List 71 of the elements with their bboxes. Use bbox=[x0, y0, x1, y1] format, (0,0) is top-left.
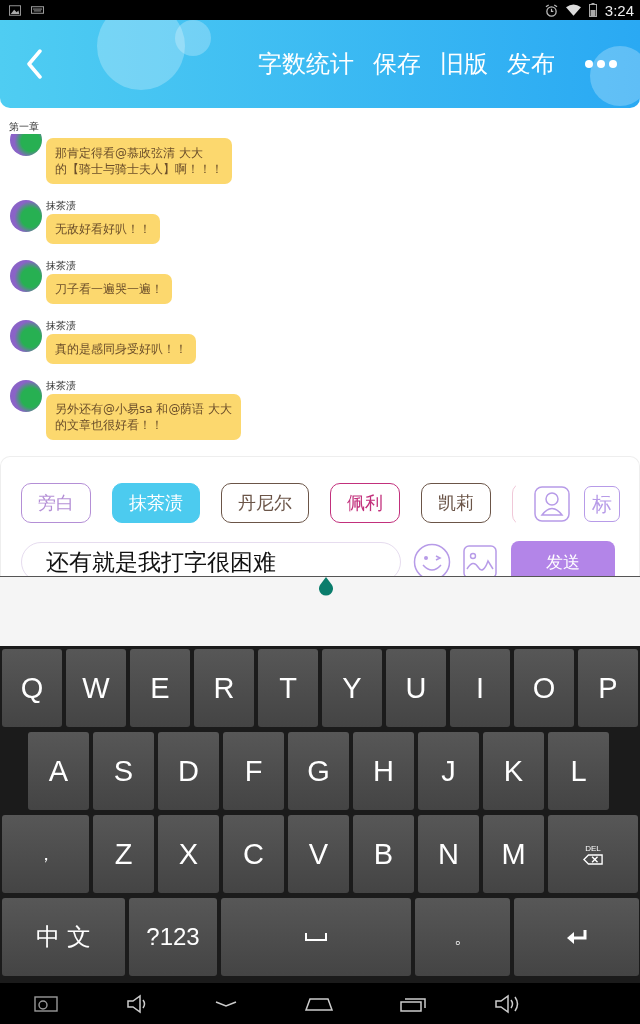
text-cursor-handle[interactable] bbox=[318, 577, 334, 597]
key[interactable]: R bbox=[194, 649, 254, 727]
alarm-icon bbox=[544, 3, 558, 17]
emoji-icon[interactable] bbox=[413, 543, 451, 576]
key[interactable]: Y bbox=[322, 649, 382, 727]
key[interactable]: 。 bbox=[415, 898, 510, 976]
key[interactable]: Z bbox=[93, 815, 154, 893]
space-bar-icon bbox=[305, 933, 327, 941]
key[interactable]: U bbox=[386, 649, 446, 727]
backspace-key[interactable]: DEL bbox=[548, 815, 638, 893]
sender-name: 抹茶渍 bbox=[46, 380, 76, 393]
key[interactable]: J bbox=[418, 732, 479, 810]
key[interactable]: N bbox=[418, 815, 479, 893]
decorative-circle bbox=[590, 46, 640, 106]
key[interactable]: T bbox=[258, 649, 318, 727]
backspace-icon bbox=[583, 853, 603, 865]
key[interactable]: S bbox=[93, 732, 154, 810]
avatar bbox=[10, 380, 42, 412]
message-text: 刀子看一遍哭一遍！ bbox=[55, 281, 163, 297]
avatar bbox=[10, 200, 42, 232]
message-input[interactable]: 还有就是我打字很困难 bbox=[21, 542, 401, 576]
message-text: 的文章也很好看！！ bbox=[55, 417, 164, 433]
screenshot-icon[interactable] bbox=[34, 995, 58, 1012]
key[interactable]: K bbox=[483, 732, 544, 810]
key[interactable]: G bbox=[288, 732, 349, 810]
wifi-icon bbox=[565, 4, 581, 16]
key[interactable]: C bbox=[223, 815, 284, 893]
key[interactable]: L bbox=[548, 732, 609, 810]
key[interactable]: V bbox=[288, 815, 349, 893]
message-text: 的【骑士与骑士夫人】啊！！！ bbox=[55, 161, 223, 177]
hide-keyboard-icon[interactable] bbox=[215, 999, 238, 1008]
key[interactable]: I bbox=[450, 649, 510, 727]
avatar bbox=[10, 260, 42, 292]
character-chip[interactable]: 凯莉 bbox=[421, 483, 491, 523]
key[interactable]: Q bbox=[2, 649, 62, 727]
key[interactable]: O bbox=[514, 649, 574, 727]
volume-down-icon[interactable] bbox=[125, 993, 148, 1014]
sender-name: 抹茶渍 bbox=[46, 260, 76, 273]
battery-icon bbox=[588, 3, 597, 17]
character-chip[interactable]: 佩利 bbox=[330, 483, 400, 523]
chapter-title: 第一章 bbox=[8, 120, 40, 134]
more-icon[interactable] bbox=[584, 59, 618, 69]
sender-name: 抹茶渍 bbox=[46, 320, 76, 333]
key[interactable]: D bbox=[158, 732, 219, 810]
key[interactable]: H bbox=[353, 732, 414, 810]
avatar bbox=[10, 320, 42, 352]
key[interactable]: 中 文 bbox=[2, 898, 125, 976]
key[interactable]: E bbox=[130, 649, 190, 727]
keyboard-icon bbox=[31, 6, 44, 14]
key[interactable]: A bbox=[28, 732, 89, 810]
key[interactable]: B bbox=[353, 815, 414, 893]
sender-name: 抹茶渍 bbox=[46, 200, 76, 213]
image-icon[interactable] bbox=[463, 545, 497, 576]
key[interactable]: M bbox=[483, 815, 544, 893]
recents-icon[interactable] bbox=[400, 995, 427, 1012]
key[interactable]: P bbox=[578, 649, 638, 727]
person-icon[interactable] bbox=[534, 486, 570, 522]
image-icon bbox=[9, 4, 21, 16]
message-text: 另外还有@小易sa 和@荫语 大大 bbox=[55, 401, 233, 417]
key[interactable]: W bbox=[66, 649, 126, 727]
key[interactable]: ， bbox=[2, 815, 89, 893]
character-chip[interactable]: 丹尼尔 bbox=[221, 483, 309, 523]
home-icon[interactable] bbox=[304, 996, 333, 1011]
message-text: 无敌好看好叭！！ bbox=[55, 221, 151, 237]
clock: 3:24 bbox=[604, 1, 634, 19]
key[interactable]: ?123 bbox=[129, 898, 217, 976]
key[interactable]: X bbox=[158, 815, 219, 893]
key[interactable]: F bbox=[223, 732, 284, 810]
enter-icon bbox=[565, 929, 588, 945]
message-text: 真的是感同身受好叭！！ bbox=[55, 341, 187, 357]
message-text: 那肯定得看@慕政弦清 大大 bbox=[55, 145, 204, 161]
